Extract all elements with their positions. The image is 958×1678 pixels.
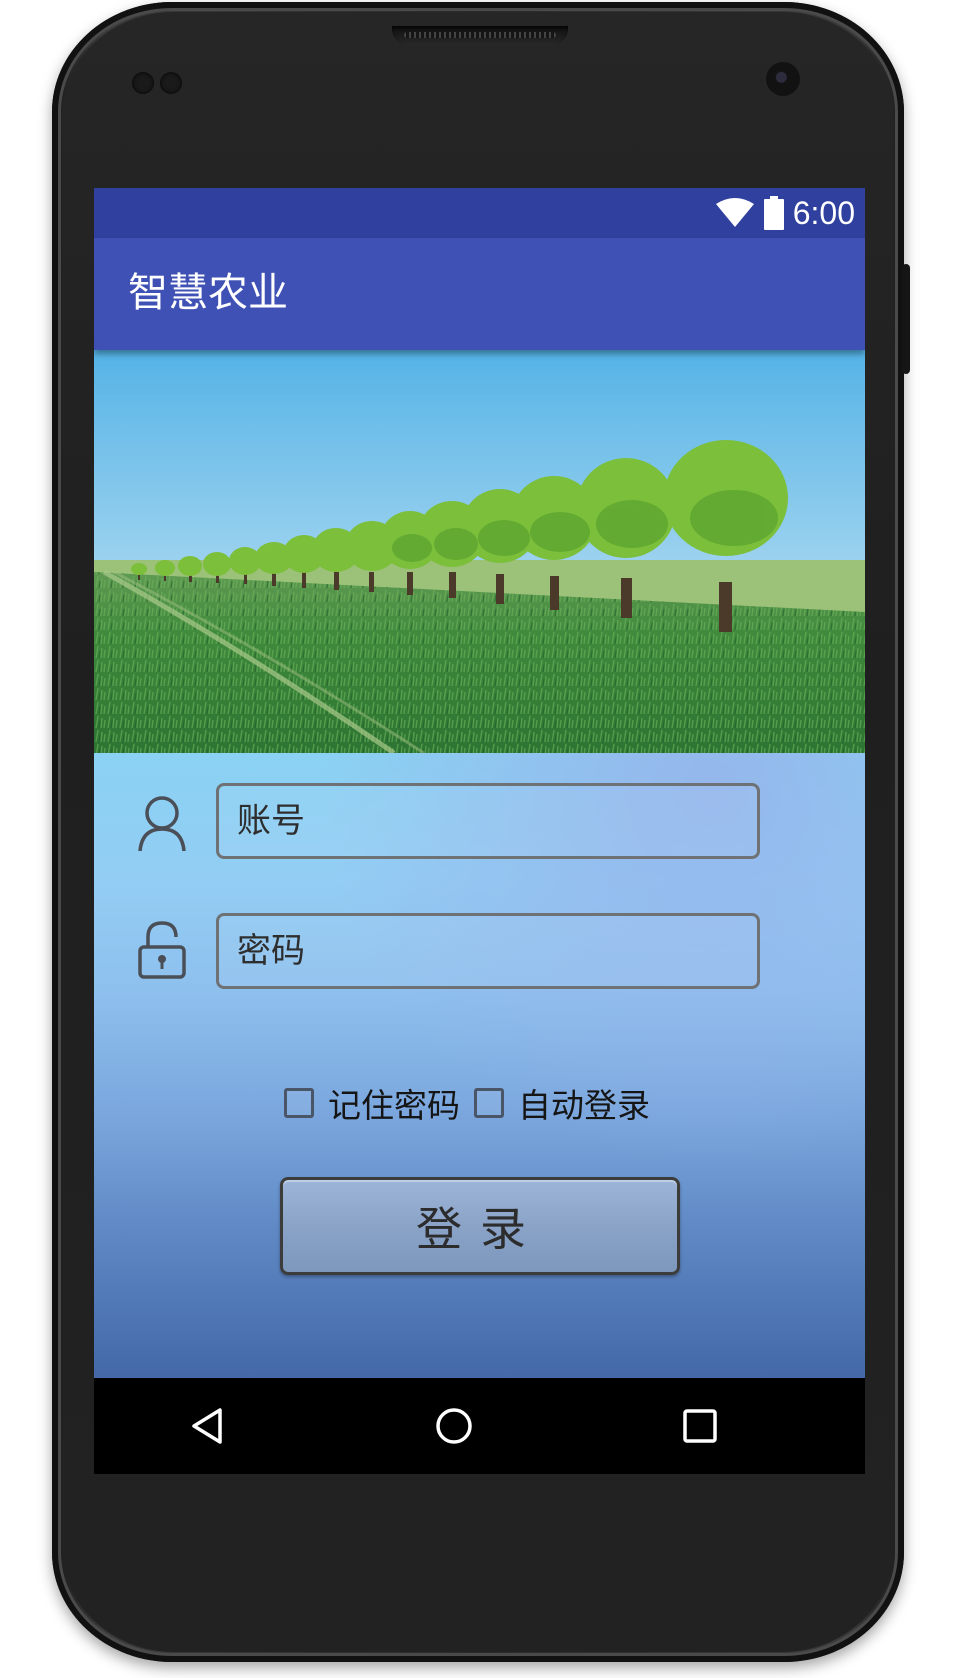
status-time: 6:00 [792, 195, 855, 231]
status-icons: 6:00 [715, 196, 855, 230]
remember-password-option[interactable]: 记住密码 [284, 1079, 460, 1127]
earpiece-speaker [392, 26, 568, 46]
app-bar: 智慧农业 [94, 238, 865, 350]
status-bar: 6:00 [94, 188, 865, 238]
wifi-icon [715, 198, 754, 227]
login-form: 记住密码 自动登录 登录 [94, 753, 865, 1378]
proximity-sensor [132, 72, 154, 94]
farm-field-banner [94, 350, 865, 753]
password-row [94, 913, 865, 993]
back-icon[interactable] [184, 1402, 232, 1450]
auto-login-option[interactable]: 自动登录 [474, 1079, 650, 1127]
user-icon [138, 796, 186, 852]
lock-icon [138, 921, 186, 979]
remember-password-label: 记住密码 [328, 1086, 460, 1125]
account-row [94, 783, 865, 863]
home-icon[interactable] [430, 1402, 478, 1450]
battery-icon [763, 196, 784, 230]
password-field[interactable] [216, 913, 760, 989]
account-field[interactable] [216, 783, 760, 859]
auto-login-checkbox[interactable] [474, 1088, 504, 1118]
screen: 6:00 智慧农业 账号 记住密码 自动登录 登录 [94, 188, 865, 1474]
recents-icon[interactable] [676, 1402, 724, 1450]
navigation-bar [94, 1378, 865, 1474]
login-button[interactable]: 登录 [280, 1177, 680, 1275]
password-input[interactable] [219, 916, 757, 986]
account-input[interactable] [219, 786, 757, 856]
front-camera [766, 62, 800, 96]
light-sensor [160, 72, 182, 94]
farm-field-image [94, 350, 865, 753]
remember-password-checkbox[interactable] [284, 1088, 314, 1118]
login-options: 记住密码 自动登录 [284, 1081, 664, 1125]
auto-login-label: 自动登录 [518, 1086, 650, 1125]
power-button [902, 264, 910, 374]
app-title: 智慧农业 [128, 270, 288, 316]
